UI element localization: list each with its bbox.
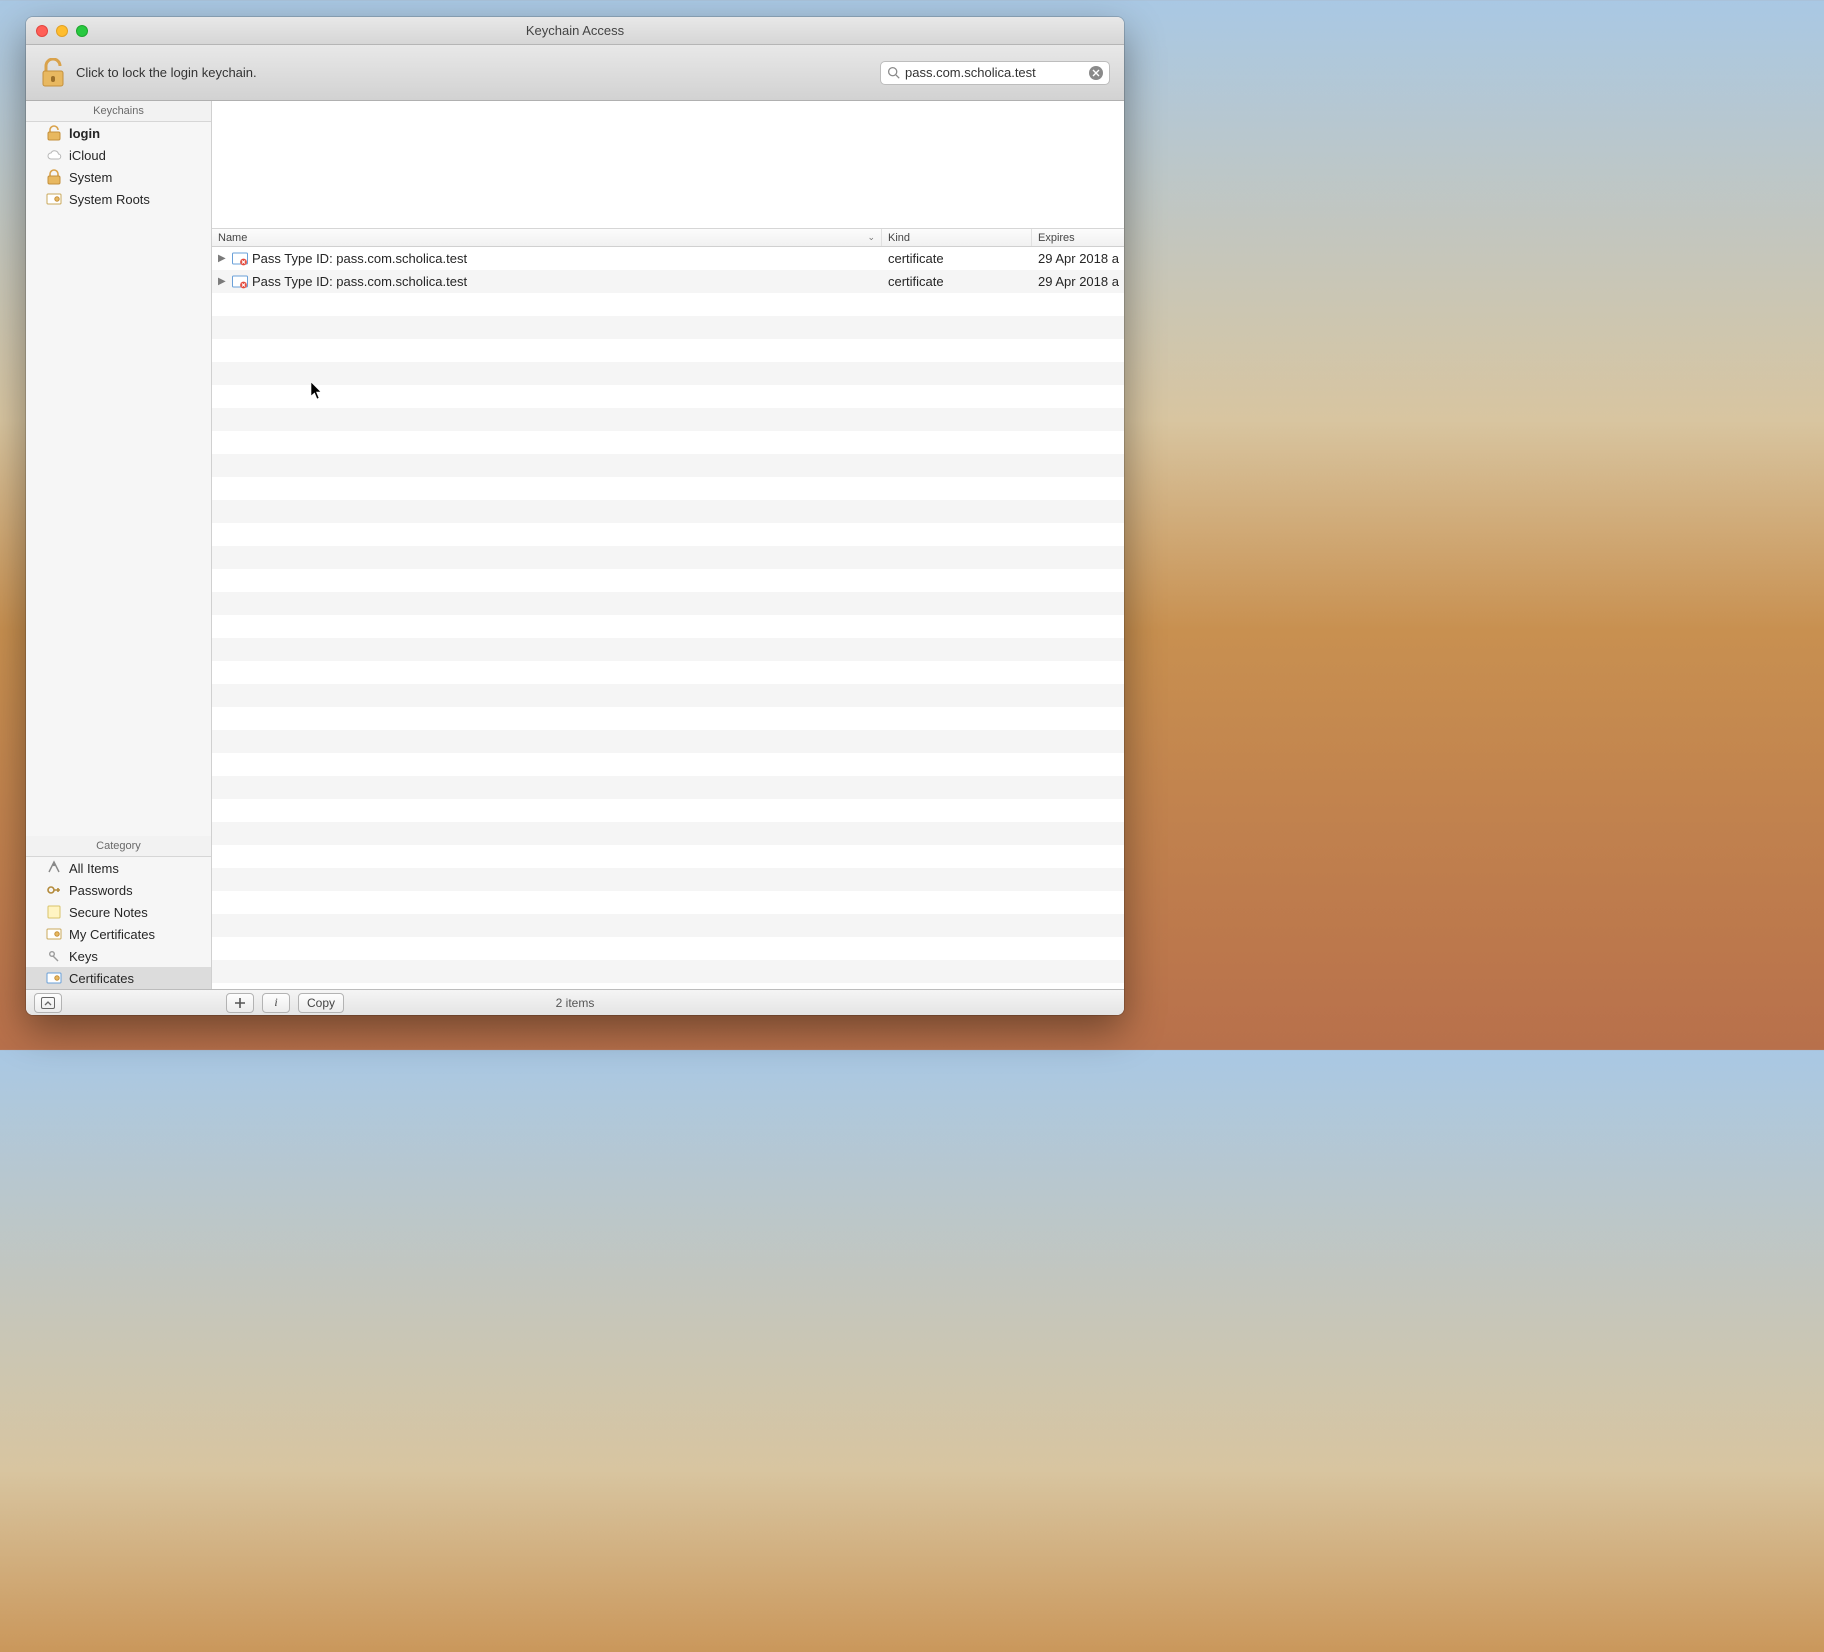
category-keys[interactable]: Keys bbox=[26, 945, 211, 967]
cloud-icon bbox=[46, 147, 62, 163]
search-field[interactable] bbox=[880, 61, 1110, 85]
zoom-button[interactable] bbox=[76, 25, 88, 37]
add-button[interactable] bbox=[226, 993, 254, 1013]
toggle-detail-button[interactable] bbox=[34, 993, 62, 1013]
sort-indicator-icon: ⌄ bbox=[867, 232, 875, 243]
certificate-icon bbox=[46, 926, 62, 942]
row-kind: certificate bbox=[882, 251, 1032, 266]
minimize-button[interactable] bbox=[56, 25, 68, 37]
all-items-icon bbox=[46, 860, 62, 876]
keychains-header: Keychains bbox=[26, 101, 211, 122]
lock-open-icon bbox=[40, 58, 66, 88]
certificate-icon bbox=[46, 191, 62, 207]
category-secure-notes[interactable]: Secure Notes bbox=[26, 901, 211, 923]
column-expires[interactable]: Expires bbox=[1032, 229, 1124, 246]
column-label: Kind bbox=[888, 232, 910, 244]
lock-hint-label: Click to lock the login keychain. bbox=[76, 65, 257, 80]
category-all-items[interactable]: All Items bbox=[26, 857, 211, 879]
lock-icon bbox=[46, 169, 62, 185]
info-button[interactable]: i bbox=[262, 993, 290, 1013]
category-passwords[interactable]: Passwords bbox=[26, 879, 211, 901]
search-input[interactable] bbox=[905, 65, 1084, 80]
sidebar-item-label: My Certificates bbox=[69, 927, 155, 942]
row-name: Pass Type ID: pass.com.scholica.test bbox=[252, 251, 882, 266]
search-icon bbox=[887, 66, 900, 79]
column-kind[interactable]: Kind bbox=[882, 229, 1032, 246]
sidebar-item-label: All Items bbox=[69, 861, 119, 876]
bottom-toolbar: i Copy 2 items bbox=[26, 989, 1124, 1015]
sidebar-item-label: iCloud bbox=[69, 148, 106, 163]
sidebar-item-label: login bbox=[69, 126, 100, 141]
keys-icon bbox=[46, 948, 62, 964]
keychain-access-window: Keychain Access Click to lock the login … bbox=[26, 17, 1124, 1015]
category-list: All Items Passwords Secure Notes bbox=[26, 857, 211, 989]
sidebar-item-label: Secure Notes bbox=[69, 905, 148, 920]
row-expires: 29 Apr 2018 a bbox=[1032, 251, 1124, 266]
status-label: 2 items bbox=[26, 996, 1124, 1010]
main-panel: Name ⌄ Kind Expires ▶ Pass Type ID: pass… bbox=[212, 101, 1124, 989]
close-button[interactable] bbox=[36, 25, 48, 37]
sidebar-item-label: Certificates bbox=[69, 971, 134, 986]
certificate-error-icon bbox=[232, 251, 248, 267]
sidebar-item-label: Passwords bbox=[69, 883, 133, 898]
sidebar-item-label: System Roots bbox=[69, 192, 150, 207]
sidebar-item-label: Keys bbox=[69, 949, 98, 964]
table-row[interactable]: ▶ Pass Type ID: pass.com.scholica.test c… bbox=[212, 247, 1124, 270]
category-my-certificates[interactable]: My Certificates bbox=[26, 923, 211, 945]
disclosure-triangle-icon[interactable]: ▶ bbox=[218, 276, 228, 287]
keychain-system-roots[interactable]: System Roots bbox=[26, 188, 211, 210]
traffic-lights bbox=[26, 25, 88, 37]
clear-search-button[interactable] bbox=[1089, 66, 1103, 80]
info-icon: i bbox=[274, 995, 277, 1010]
category-certificates[interactable]: Certificates bbox=[26, 967, 211, 989]
keychain-icloud[interactable]: iCloud bbox=[26, 144, 211, 166]
rows-container[interactable]: ▶ Pass Type ID: pass.com.scholica.test c… bbox=[212, 247, 1124, 989]
keychains-list: login iCloud System bbox=[26, 122, 211, 210]
lock-keychain-button[interactable] bbox=[40, 58, 66, 88]
row-kind: certificate bbox=[882, 274, 1032, 289]
window-title: Keychain Access bbox=[26, 23, 1124, 38]
row-name: Pass Type ID: pass.com.scholica.test bbox=[252, 274, 882, 289]
note-icon bbox=[46, 904, 62, 920]
column-label: Expires bbox=[1038, 232, 1075, 244]
column-headers: Name ⌄ Kind Expires bbox=[212, 229, 1124, 247]
panel-up-icon bbox=[41, 997, 55, 1009]
toolbar: Click to lock the login keychain. bbox=[26, 45, 1124, 101]
window-body: Keychains login iCloud bbox=[26, 101, 1124, 989]
key-icon bbox=[46, 882, 62, 898]
table-row[interactable]: ▶ Pass Type ID: pass.com.scholica.test c… bbox=[212, 270, 1124, 293]
detail-pane bbox=[212, 101, 1124, 229]
column-name[interactable]: Name ⌄ bbox=[212, 229, 882, 246]
category-header: Category bbox=[26, 836, 211, 857]
row-expires: 29 Apr 2018 a bbox=[1032, 274, 1124, 289]
copy-label: Copy bbox=[307, 996, 335, 1010]
sidebar-item-label: System bbox=[69, 170, 112, 185]
keychain-system[interactable]: System bbox=[26, 166, 211, 188]
certificate-icon bbox=[46, 970, 62, 986]
sidebar: Keychains login iCloud bbox=[26, 101, 212, 989]
plus-icon bbox=[234, 997, 246, 1009]
copy-button[interactable]: Copy bbox=[298, 993, 344, 1013]
certificate-error-icon bbox=[232, 274, 248, 290]
keychain-login[interactable]: login bbox=[26, 122, 211, 144]
column-label: Name bbox=[218, 232, 247, 244]
disclosure-triangle-icon[interactable]: ▶ bbox=[218, 253, 228, 264]
titlebar: Keychain Access bbox=[26, 17, 1124, 45]
lock-open-icon bbox=[46, 125, 62, 141]
